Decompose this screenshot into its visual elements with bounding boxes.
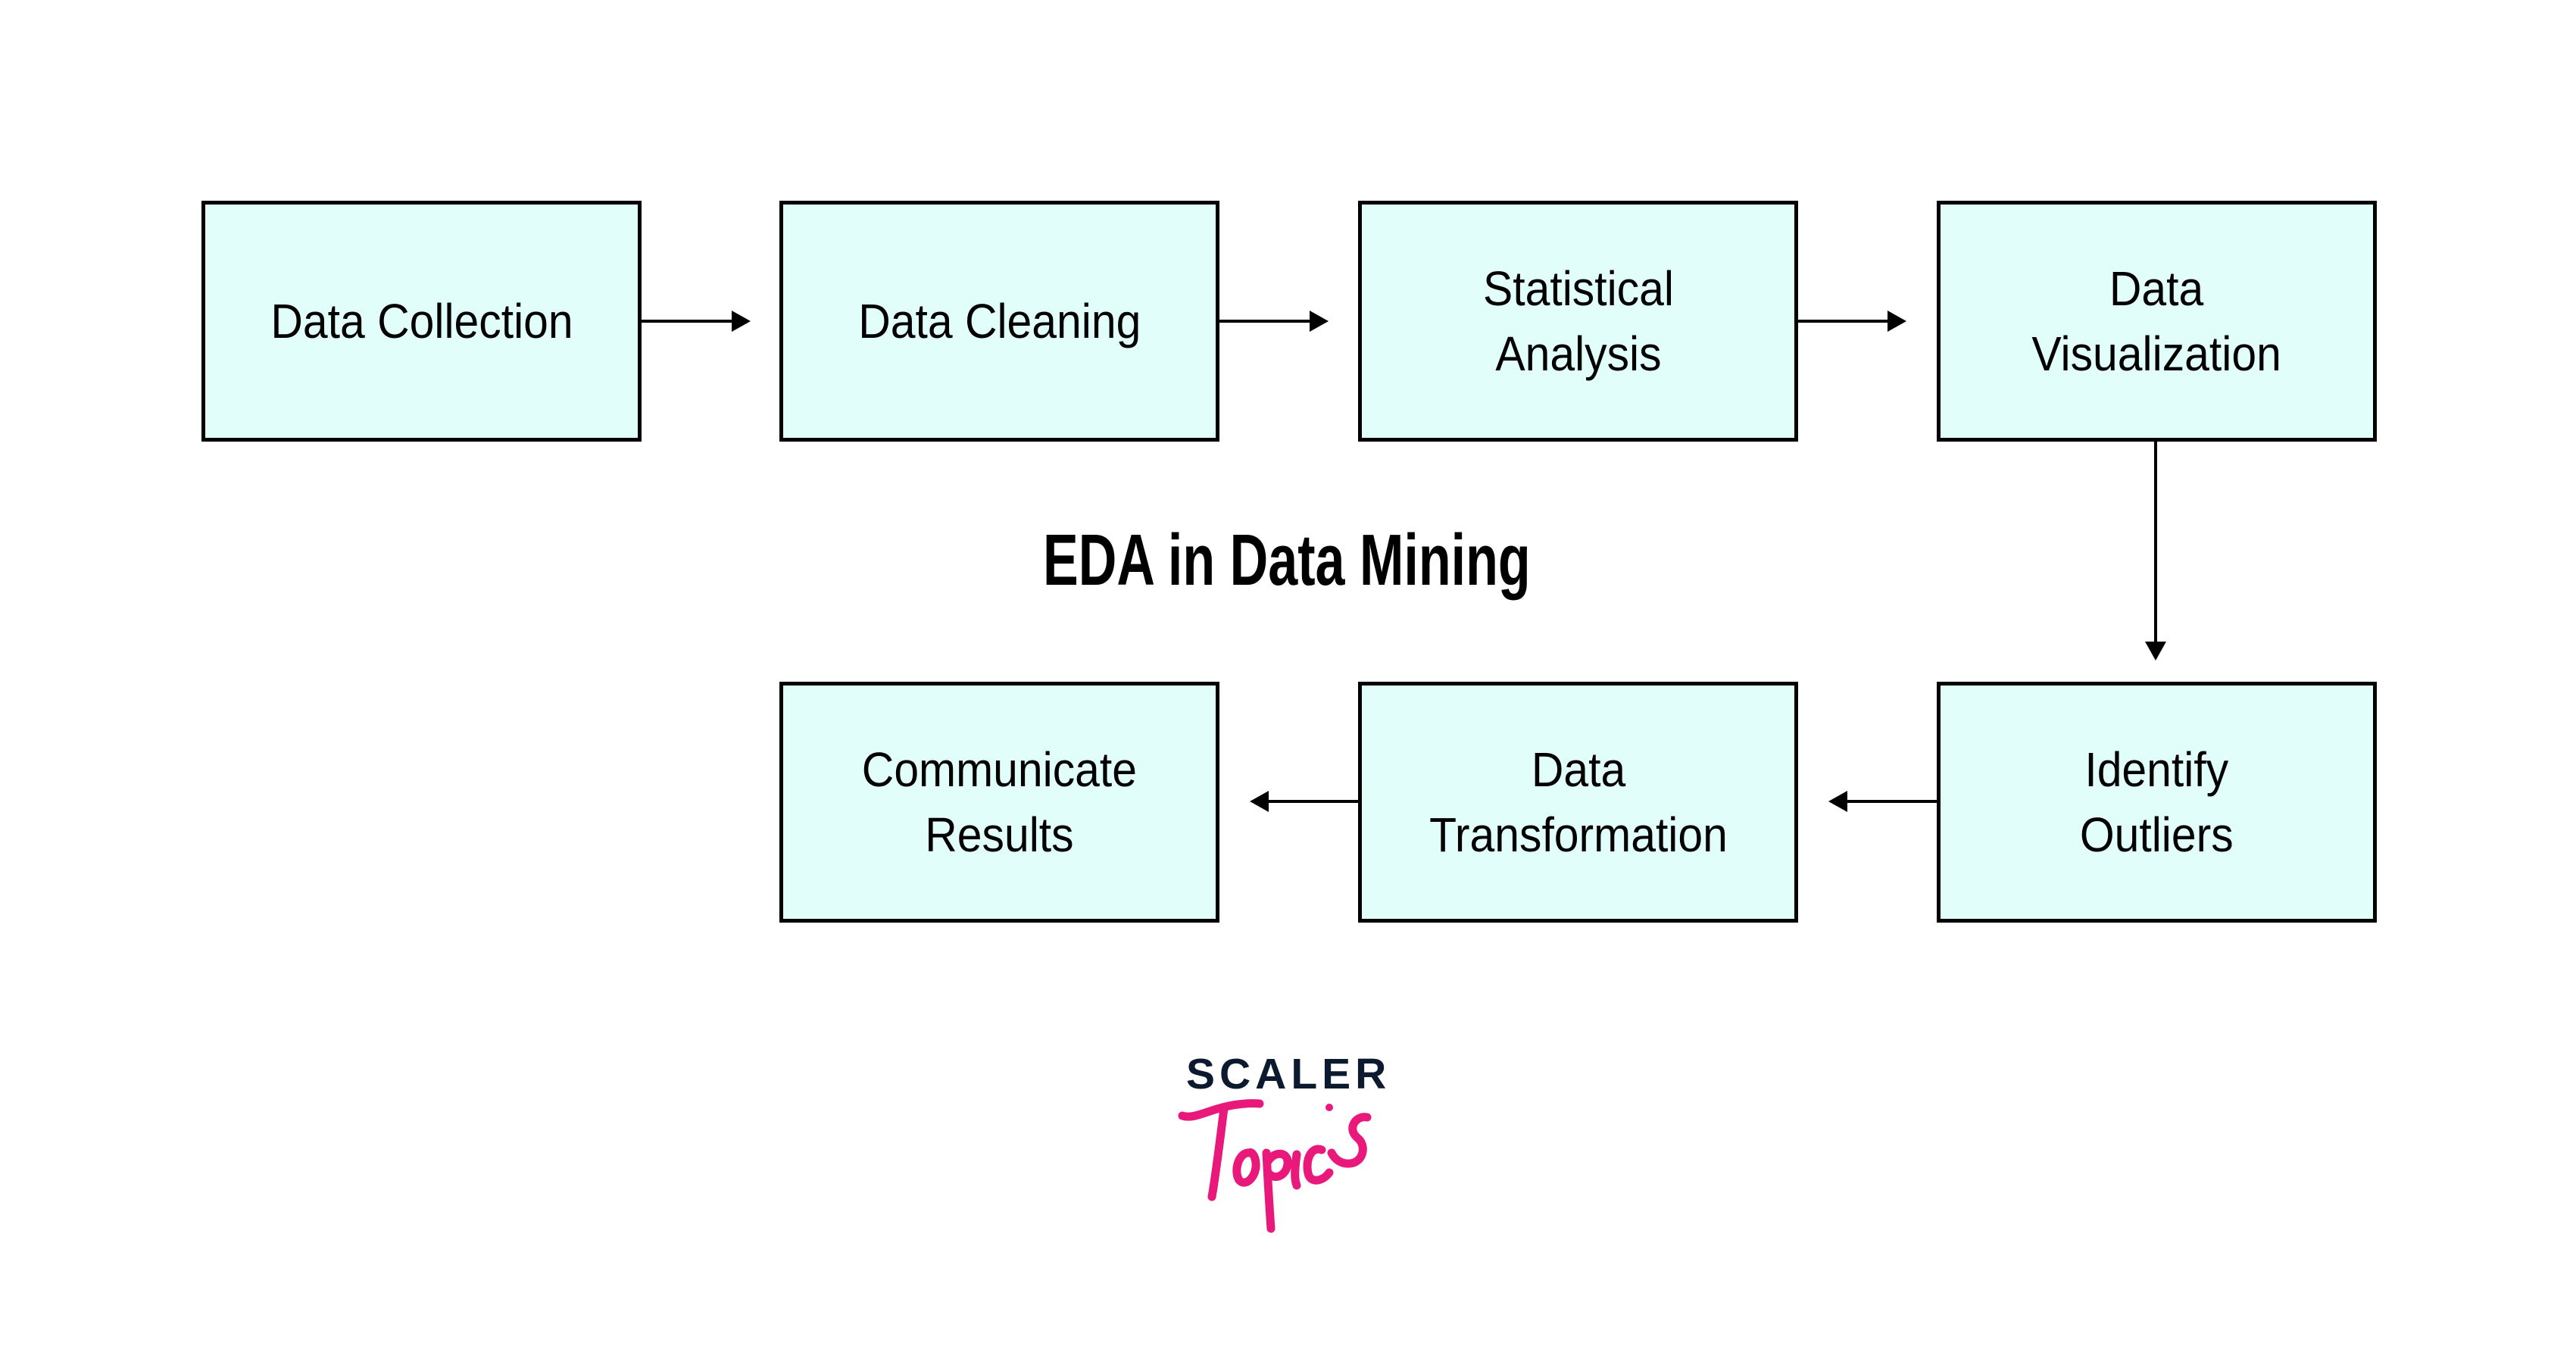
step-identify-outliers: Identify Outliers	[1937, 682, 2377, 923]
step-label: Data Transformation	[1429, 737, 1728, 867]
step-label-line: Data Collection	[270, 294, 573, 348]
logo-s	[1327, 1113, 1372, 1168]
step-label: Communicate Results	[862, 737, 1137, 867]
logo-topics-script	[1178, 1099, 1372, 1233]
step-label-line: Statistical	[1482, 261, 1674, 316]
step-statistical-analysis: Statistical Analysis	[1358, 201, 1798, 442]
logo-i	[1291, 1150, 1301, 1190]
step-label-line: Outliers	[2080, 807, 2234, 862]
arrow-cleaning-to-statistical	[1219, 311, 1329, 332]
step-label: Data Collection	[270, 289, 573, 354]
step-communicate-results: Communicate Results	[779, 682, 1219, 923]
step-label-line: Analysis	[1494, 326, 1662, 381]
step-label: Statistical Analysis	[1483, 256, 1674, 386]
step-label-line: Communicate	[861, 742, 1138, 797]
arrow-outliers-to-transformation	[1828, 791, 1937, 812]
logo-t-stem	[1207, 1104, 1229, 1201]
diagram-title: EDA in Data Mining	[0, 515, 2576, 606]
step-data-cleaning: Data Cleaning	[779, 201, 1219, 442]
step-label-line: Data	[2109, 261, 2204, 316]
step-label-line: Visualization	[2031, 326, 2282, 381]
step-label-line: Data	[1531, 742, 1625, 797]
step-data-transformation: Data Transformation	[1358, 682, 1798, 923]
step-data-visualization: Data Visualization	[1937, 201, 2377, 442]
step-label-line: Results	[925, 807, 1074, 862]
diagram-title-text: EDA in Data Mining	[1042, 520, 1531, 601]
logo-i-dot	[1325, 1104, 1333, 1111]
logo-o	[1232, 1148, 1260, 1187]
arrow-statistical-to-visualization	[1797, 311, 1906, 332]
arrow-transformation-to-communicate	[1250, 791, 1358, 812]
arrow-collection-to-cleaning	[642, 311, 751, 332]
step-label: Data Visualization	[2032, 256, 2282, 386]
step-data-collection: Data Collection	[201, 201, 642, 442]
step-label: Identify Outliers	[2080, 737, 2234, 867]
step-label-line: Data Cleaning	[857, 294, 1141, 348]
step-label-line: Transformation	[1429, 807, 1728, 862]
step-label: Data Cleaning	[858, 289, 1141, 354]
logo-c	[1303, 1145, 1334, 1185]
step-label-line: Identify	[2084, 742, 2229, 797]
logo-p	[1262, 1148, 1292, 1233]
